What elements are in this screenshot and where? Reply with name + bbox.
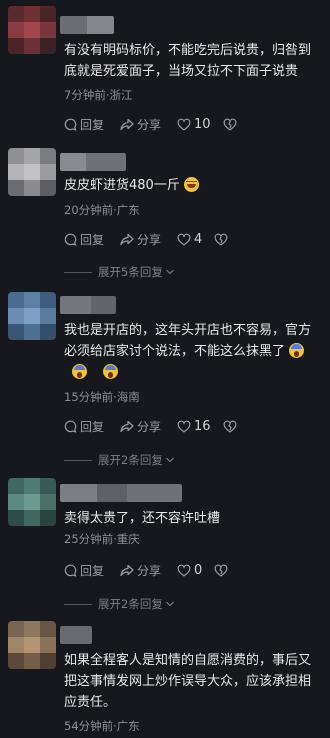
comment-actions: 回复 分享 4 (64, 231, 247, 248)
broken-heart-icon (214, 564, 228, 577)
comment-text-content: 皮皮虾进货480一斤 (64, 178, 180, 193)
reply-button[interactable]: 回复 (64, 562, 104, 579)
username-blurred[interactable] (60, 153, 126, 171)
chevron-down-icon (165, 457, 174, 463)
comment-text: 皮皮虾进货480一斤 (64, 175, 322, 196)
like-count: 0 (194, 563, 203, 578)
expand-replies-label: 展开5条回复 (98, 265, 163, 279)
avatar[interactable] (8, 621, 56, 669)
divider-line (64, 271, 92, 273)
like-button[interactable]: 16 (177, 419, 211, 434)
reply-label: 回复 (80, 118, 105, 132)
divider-line (64, 459, 92, 461)
like-button[interactable]: 0 (177, 563, 202, 578)
expand-replies-label: 展开2条回复 (98, 453, 163, 467)
reply-icon (64, 420, 77, 433)
comment-meta: 7分钟前·浙江 (64, 88, 133, 102)
expand-replies-button[interactable]: 展开5条回复 (64, 264, 175, 280)
username-blurred[interactable] (60, 626, 92, 644)
share-icon (120, 564, 134, 577)
avatar[interactable] (8, 478, 56, 526)
share-label: 分享 (137, 564, 162, 578)
comment-actions: 回复 分享 16 (64, 418, 256, 435)
share-button[interactable]: 分享 (120, 116, 161, 133)
comment-text: 卖得太贵了，还不容许吐槽 (64, 511, 221, 526)
share-label: 分享 (137, 420, 162, 434)
broken-heart-icon (214, 233, 228, 246)
reply-label: 回复 (80, 564, 105, 578)
dislike-button[interactable] (223, 420, 240, 433)
like-button[interactable]: 4 (177, 232, 202, 247)
screaming-emoji-icon (289, 343, 305, 358)
comment-meta: 20分钟前·广东 (64, 203, 140, 217)
reply-label: 回复 (80, 420, 105, 434)
dislike-button[interactable] (214, 564, 231, 577)
reply-button[interactable]: 回复 (64, 418, 104, 435)
share-button[interactable]: 分享 (120, 231, 161, 248)
laughing-emoji-icon (183, 177, 199, 192)
share-label: 分享 (137, 118, 162, 132)
reply-button[interactable]: 回复 (64, 231, 104, 248)
expand-replies-button[interactable]: 展开2条回复 (64, 596, 175, 612)
reply-label: 回复 (80, 233, 105, 247)
comment-text: 如果全程客人是知情的自愿消费的，事后又把这事情发网上炒作误导大众，应该承担相应责… (64, 653, 312, 710)
reply-icon (64, 233, 77, 246)
share-button[interactable]: 分享 (120, 562, 161, 579)
like-count: 16 (194, 419, 211, 434)
expand-replies-label: 展开2条回复 (98, 597, 163, 611)
dislike-button[interactable] (223, 118, 240, 131)
share-icon (120, 233, 134, 246)
heart-icon (177, 118, 191, 131)
comment-text-content: 我也是开店的，这年头开店也不容易，官方必须给店家讨个说法，不能这么抹黑了 (64, 323, 312, 359)
avatar[interactable] (8, 6, 56, 54)
share-label: 分享 (137, 233, 162, 247)
comment-actions: 回复 分享 0 (64, 562, 247, 579)
dislike-button[interactable] (214, 233, 231, 246)
heart-icon (177, 233, 191, 246)
share-icon (120, 118, 134, 131)
heart-icon (177, 564, 191, 577)
comment-text: 我也是开店的，这年头开店也不容易，官方必须给店家讨个说法，不能这么抹黑了 (64, 320, 322, 383)
screaming-emoji-icon (72, 364, 87, 379)
username-blurred[interactable] (60, 484, 182, 502)
comment-text: 有没有明码标价，不能吃完后说贵，归咎到底就是死爱面子，当场又拉不下面子说贵 (64, 43, 312, 79)
comment-meta: 54分钟前·广东 (64, 719, 140, 733)
heart-icon (177, 420, 191, 433)
expand-replies-button[interactable]: 展开2条回复 (64, 452, 175, 468)
comment-meta: 15分钟前·海南 (64, 390, 140, 404)
chevron-down-icon (165, 601, 174, 607)
divider-line (64, 603, 92, 605)
username-blurred[interactable] (60, 296, 116, 314)
comment-actions: 回复 分享 10 (64, 116, 256, 133)
like-button[interactable]: 10 (177, 117, 211, 132)
broken-heart-icon (223, 118, 236, 131)
broken-heart-icon (223, 420, 236, 433)
reply-icon (64, 118, 77, 131)
chevron-down-icon (165, 269, 174, 275)
reply-icon (64, 564, 77, 577)
avatar[interactable] (8, 148, 56, 196)
username-blurred[interactable] (60, 16, 114, 34)
share-button[interactable]: 分享 (120, 418, 161, 435)
screaming-emoji-icon (103, 364, 119, 379)
like-count: 4 (194, 232, 203, 247)
like-count: 10 (194, 117, 211, 132)
reply-button[interactable]: 回复 (64, 116, 104, 133)
comment-meta: 25分钟前·重庆 (64, 532, 140, 546)
share-icon (120, 420, 134, 433)
avatar[interactable] (8, 292, 56, 340)
